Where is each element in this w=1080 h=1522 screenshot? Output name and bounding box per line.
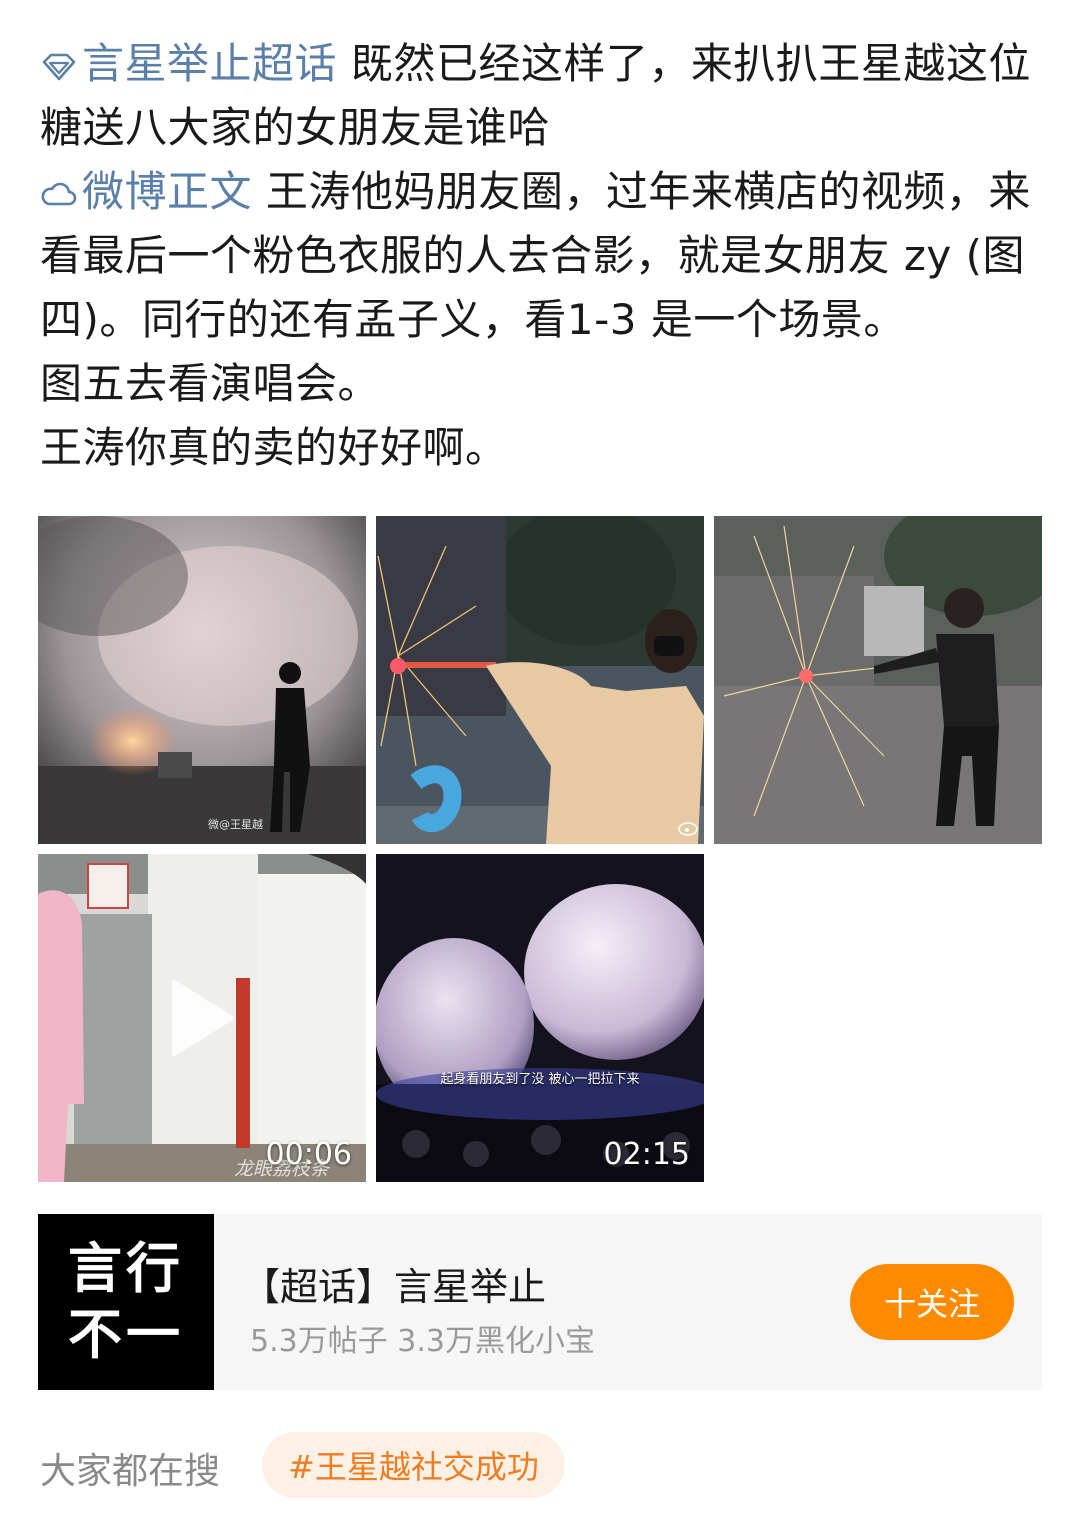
video-4-duration: 00:06 bbox=[265, 1137, 352, 1172]
weibo-body-link[interactable]: 微博正文 bbox=[40, 167, 252, 216]
post-paragraph-1: 言星举止超话 既然已经这样了，来扒扒王星越这位糖送八大家的女朋友是谁哈 bbox=[40, 32, 1050, 160]
play-icon[interactable] bbox=[166, 978, 236, 1058]
trending-search-label: 大家都在搜 bbox=[40, 1451, 221, 1492]
follow-button[interactable]: 十关注 bbox=[850, 1264, 1014, 1340]
supertopic-link-label: 言星举止超话 bbox=[82, 39, 338, 88]
video-tile-5[interactable]: 起身看朋友到了没 被心一把拉下来 02:15 bbox=[376, 854, 704, 1182]
supertopic-title: 【超话】言星举止 bbox=[242, 1265, 547, 1309]
supertopic-cover-line1: 言行 bbox=[68, 1237, 184, 1300]
supertopic-cover: 言行 不一 bbox=[38, 1214, 214, 1390]
photo-1-watermark: 微@王星越 bbox=[208, 818, 263, 831]
photo-tile-2[interactable] bbox=[376, 516, 704, 844]
weibo-logo-icon bbox=[678, 822, 698, 836]
trending-search-tag[interactable]: #王星越社交成功 bbox=[262, 1432, 565, 1498]
media-grid: 微@王星越 龙眼荔枝条 00:06 起身看朋友到了没 被心一把拉下来 02:15 bbox=[38, 516, 1042, 1182]
supertopic-link[interactable]: 言星举止超话 bbox=[40, 39, 337, 88]
post-paragraph-2: 微博正文 王涛他妈朋友圈，过年来横店的视频，来看最后一个粉色衣服的人去合影，就是… bbox=[40, 160, 1050, 352]
post-paragraph-3: 图五去看演唱会。 bbox=[40, 359, 381, 408]
video-5-subtitle: 起身看朋友到了没 被心一把拉下来 bbox=[440, 1072, 640, 1087]
weibo-body-link-label: 微博正文 bbox=[82, 167, 253, 216]
video-tile-4[interactable]: 龙眼荔枝条 00:06 bbox=[38, 854, 366, 1182]
post-paragraph-4: 王涛你真的卖的好好啊。 bbox=[40, 423, 508, 472]
photo-tile-1[interactable]: 微@王星越 bbox=[38, 516, 366, 844]
photo-2-image bbox=[376, 516, 704, 844]
supertopic-stats: 5.3万帖子 3.3万黑化小宝 bbox=[250, 1324, 595, 1359]
post-body: 言星举止超话 既然已经这样了，来扒扒王星越这位糖送八大家的女朋友是谁哈 微博正文… bbox=[40, 32, 1050, 480]
cloud-icon bbox=[40, 180, 78, 210]
supertopic-card[interactable]: 言行 不一 【超话】言星举止 5.3万帖子 3.3万黑化小宝 十关注 bbox=[38, 1214, 1042, 1390]
photo-3-image bbox=[714, 516, 1042, 844]
photo-tile-3[interactable] bbox=[714, 516, 1042, 844]
supertopic-cover-line2: 不一 bbox=[68, 1303, 184, 1366]
photo-1-image bbox=[38, 516, 366, 844]
video-5-duration: 02:15 bbox=[603, 1137, 690, 1172]
video-5-thumbnail bbox=[376, 854, 704, 1182]
trending-search-row: 大家都在搜 #王星越社交成功 bbox=[40, 1432, 1040, 1498]
diamond-icon bbox=[40, 52, 78, 82]
